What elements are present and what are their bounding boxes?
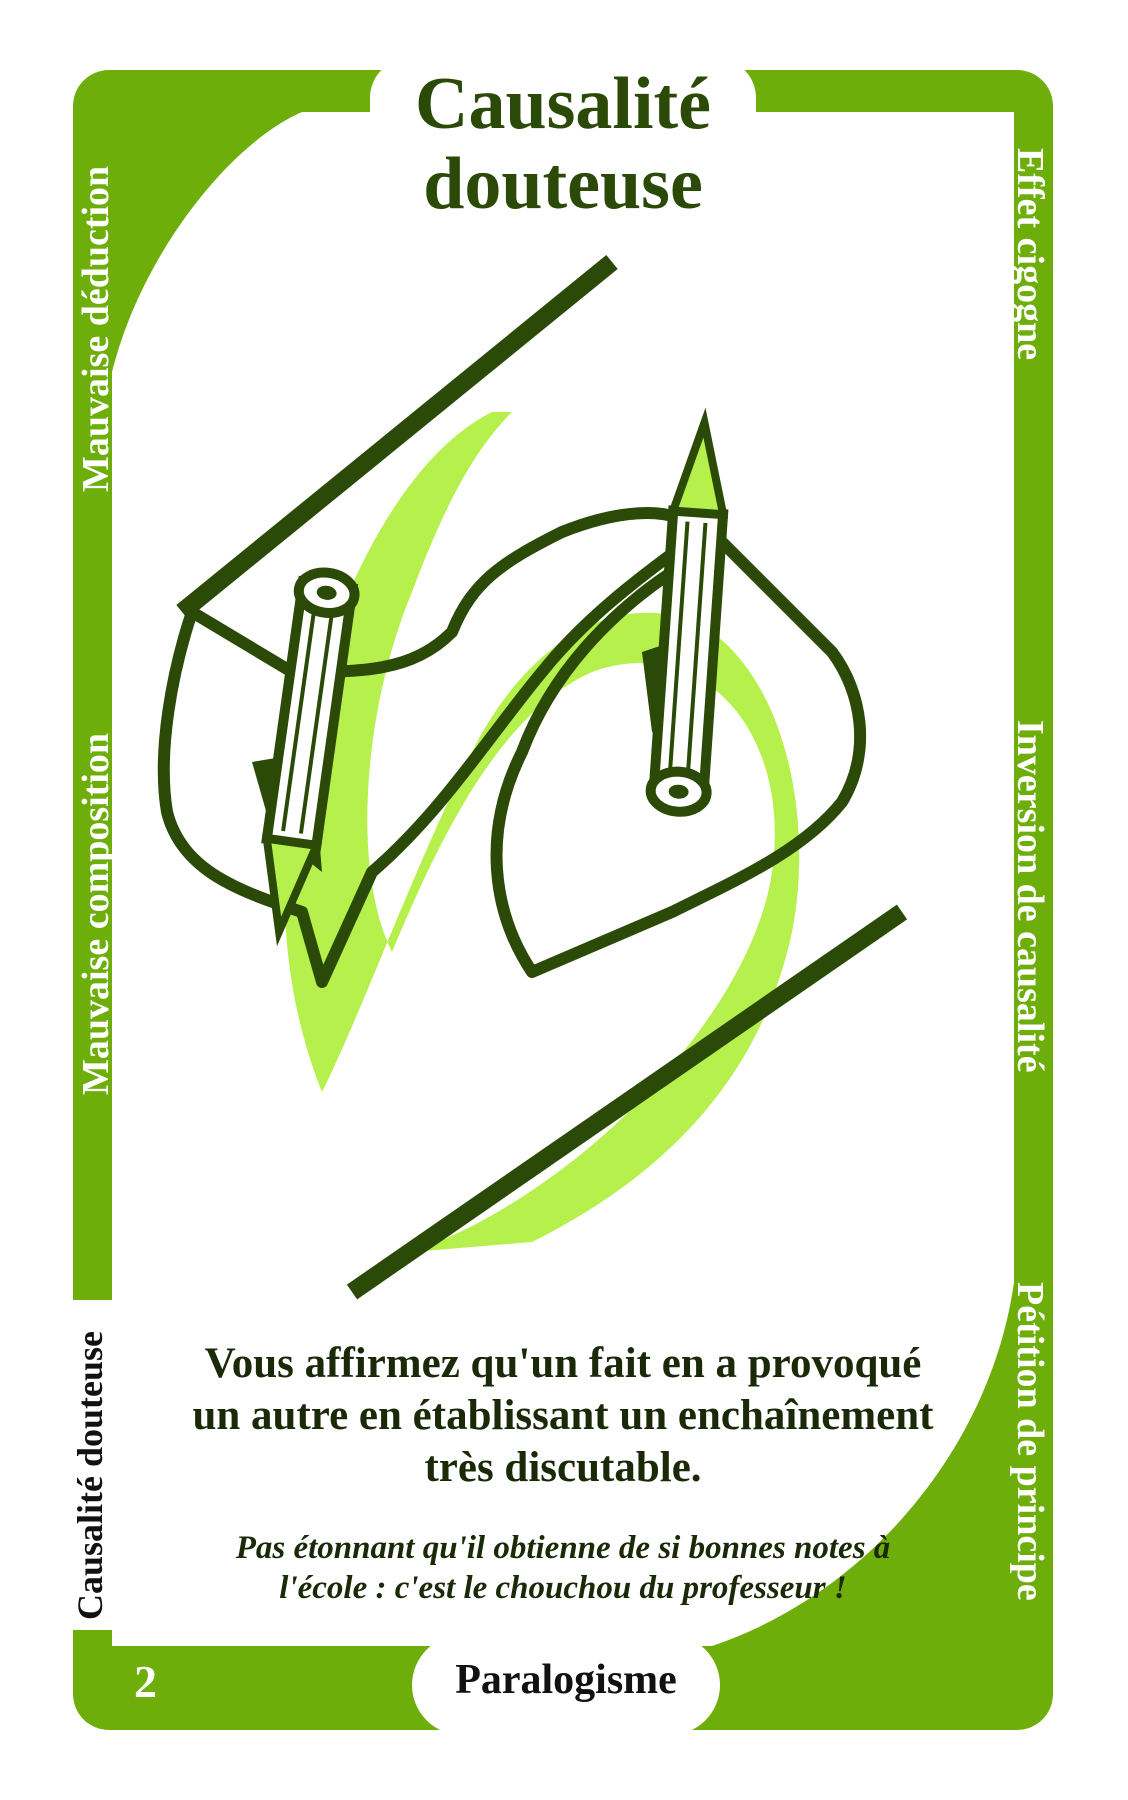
- side-label-left-top: Mauvaise déduction: [75, 165, 117, 492]
- side-label-current: Causalité douteuse: [70, 1330, 110, 1620]
- side-label-left-middle: Mauvaise composition: [75, 732, 117, 1095]
- card-title-line-2: douteuse: [423, 143, 703, 225]
- side-label-right-middle: Inversion de causalité: [1009, 720, 1051, 1073]
- left-hand: [157, 507, 708, 988]
- corner-accent-top-left: [112, 112, 302, 372]
- description-line: un autre en établissant un enchaînement: [192, 1392, 934, 1439]
- card-description: Vous affirmez qu'un fait en a provoqué u…: [118, 1338, 1008, 1494]
- card-title: Causalité douteuse: [370, 64, 756, 224]
- card-example: Pas étonnant qu'il obtienne de si bonnes…: [118, 1528, 1008, 1608]
- side-label-right-bottom: Pétition de principe: [1009, 1282, 1051, 1601]
- pencil-right-icon: [645, 407, 729, 817]
- card-category: Paralogisme: [455, 1657, 677, 1703]
- description-line: très discutable.: [424, 1444, 702, 1491]
- example-line: l'école : c'est le chouchou du professeu…: [279, 1570, 847, 1606]
- side-label-right-top: Effet cigogne: [1009, 148, 1051, 361]
- card-title-line-1: Causalité: [415, 63, 711, 145]
- example-line: Pas étonnant qu'il obtienne de si bonnes…: [235, 1530, 891, 1566]
- sleeve-line-bottom: [346, 904, 908, 1300]
- description-line: Vous affirmez qu'un fait en a provoqué: [204, 1340, 922, 1387]
- card-number: 2: [134, 1656, 157, 1707]
